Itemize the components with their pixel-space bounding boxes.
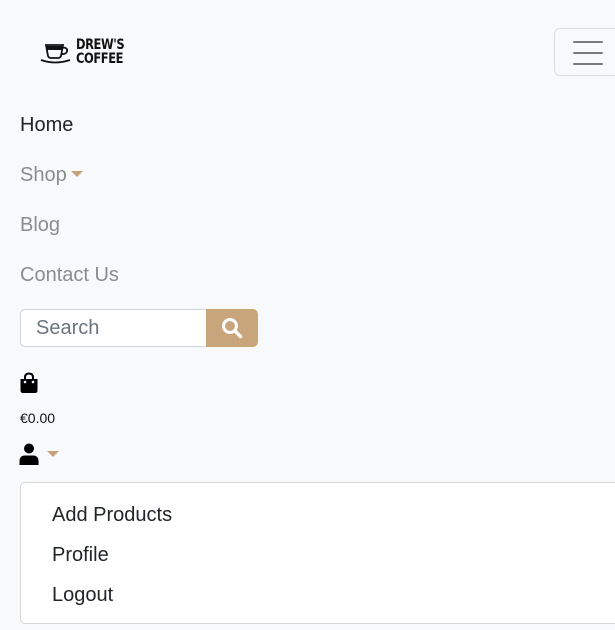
account-dropdown-toggle[interactable]: [19, 443, 59, 465]
dropdown-item-add-products[interactable]: Add Products: [52, 503, 172, 527]
page: DREW'S COFFEE Home Shop Blog Contact Us …: [0, 0, 615, 630]
shopping-bag-icon: [20, 372, 38, 393]
brand-name-line-1: DREW'S: [76, 37, 125, 53]
search-input[interactable]: [20, 309, 208, 347]
search-icon: [222, 318, 243, 339]
navbar-toggler-button[interactable]: [554, 28, 615, 76]
user-icon: [19, 443, 39, 465]
chevron-down-icon: [47, 451, 59, 457]
cart-total: €0.00: [20, 410, 56, 426]
chevron-down-icon: [70, 170, 83, 177]
dropdown-item-logout[interactable]: Logout: [52, 583, 113, 607]
nav-link-shop[interactable]: Shop: [20, 163, 83, 187]
dropdown-item-profile[interactable]: Profile: [52, 543, 109, 567]
brand-logo[interactable]: DREW'S COFFEE: [40, 38, 135, 66]
brand-name-line-2: COFFEE: [76, 51, 124, 67]
hamburger-icon: [573, 41, 603, 65]
nav-link-shop-label: Shop: [20, 164, 67, 186]
nav-link-contact[interactable]: Contact Us: [20, 263, 119, 287]
nav-link-blog[interactable]: Blog: [20, 213, 60, 237]
nav-link-home[interactable]: Home: [20, 113, 73, 137]
brand-name: DREW'S COFFEE: [76, 37, 125, 67]
coffee-cup-icon: [40, 44, 71, 64]
search-button[interactable]: [206, 309, 258, 347]
account-dropdown-menu: Add Products Profile Logout: [20, 482, 615, 624]
cart-link[interactable]: [19, 372, 39, 394]
